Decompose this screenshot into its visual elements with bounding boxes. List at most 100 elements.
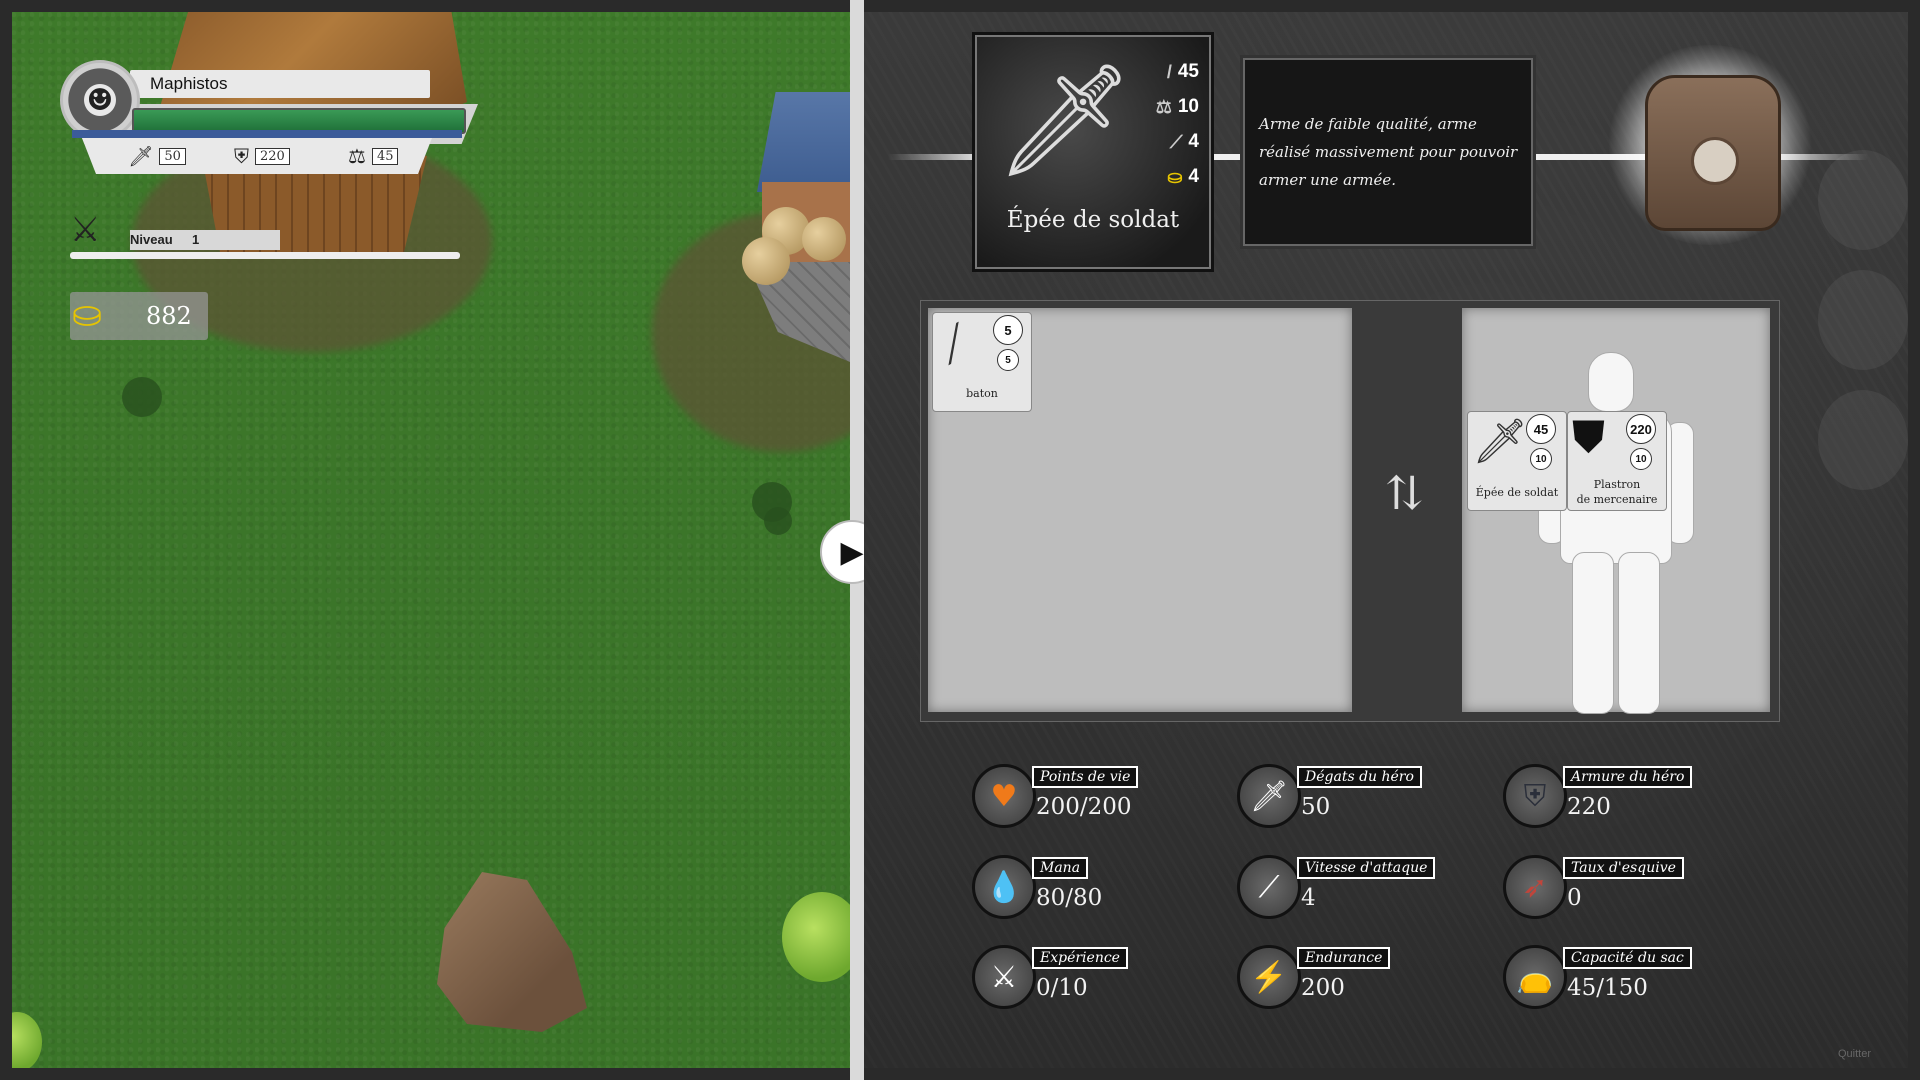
quit-button[interactable]: Quitter — [1838, 1048, 1871, 1060]
stat-label: Expérience — [1032, 947, 1128, 969]
armor-value-badge: 220 — [1626, 414, 1656, 444]
boulder — [437, 872, 587, 1032]
stat-mana: 💧 Mana 80/80 — [972, 855, 1192, 919]
stat-value: 80/80 — [1036, 885, 1103, 911]
item-price-value: 4 — [1188, 166, 1199, 187]
hud-weight-value: 45 — [371, 147, 399, 165]
level-panel: ⚔ Niveau 1 — [70, 210, 460, 260]
stat-value: 0/10 — [1036, 975, 1088, 1001]
damage-icon: / — [1166, 61, 1172, 82]
equipped-armor-slot[interactable]: ⛊ 220 10 Plastron de mercenaire — [1567, 411, 1667, 511]
stat-bag-capacity: 👝 Capacité du sac 45/150 — [1503, 945, 1723, 1009]
bush — [782, 892, 850, 982]
stat-value: 200/200 — [1036, 794, 1132, 820]
stat-experience: ⚔ Expérience 0/10 — [972, 945, 1192, 1009]
selected-item-card: 🗡 / 45 ⚖ 10 ⟋ 4 ⛀ 4 Épée de soldat — [972, 32, 1214, 272]
hud-weight: ⚖ 45 — [348, 144, 399, 168]
weapon-label: Épée de soldat — [1475, 486, 1559, 499]
tower-roof — [757, 92, 850, 192]
heart-icon: ♥ — [972, 764, 1036, 828]
stat-label: Dégats du héro — [1297, 766, 1422, 788]
stat-endurance: ⚡ Endurance 200 — [1237, 945, 1457, 1009]
speed-sword-icon: ⟋ — [1237, 855, 1301, 919]
armor-label-line2: de mercenaire — [1576, 493, 1658, 506]
hero-portrait-avatar[interactable]: ☻ — [60, 60, 140, 140]
bag-icon: 👝 — [1503, 945, 1567, 1009]
weight-icon: ⚖ — [348, 144, 366, 168]
crossed-swords-icon: ⚔ — [972, 945, 1036, 1009]
armor-label-line1: Plastron — [1593, 478, 1641, 491]
gold-amount: 882 — [146, 302, 192, 330]
item-speed: ⟋ 4 — [1170, 131, 1199, 153]
gold-display: ⛀ 882 — [70, 292, 208, 340]
bush — [12, 1012, 42, 1068]
stat-label: Endurance — [1297, 947, 1391, 969]
hud-armor-value: 220 — [255, 147, 290, 165]
shop-tower[interactable] — [732, 52, 850, 362]
stat-value: 4 — [1301, 885, 1316, 911]
shield-icon: ⛨ — [1503, 764, 1567, 828]
gold-coins-icon: ⛀ — [72, 294, 103, 335]
ghost-character-icon[interactable] — [1818, 270, 1908, 370]
stat-damage: 🗡 Dégats du héro 50 — [1237, 764, 1457, 828]
item-weight-value: 10 — [1177, 96, 1199, 117]
head — [1588, 352, 1634, 412]
lightning-icon: ⚡ — [1237, 945, 1301, 1009]
stat-value: 50 — [1301, 794, 1331, 820]
left-leg — [1572, 552, 1614, 714]
armor-weight-badge: 10 — [1630, 448, 1652, 470]
stat-label: Points de vie — [1032, 766, 1139, 788]
hud-attack: 🗡 50 — [128, 144, 186, 168]
item-damage-value: 45 — [1177, 61, 1199, 82]
sword-icon: 🗡 — [995, 56, 1135, 184]
shrub — [764, 507, 792, 535]
stat-value: 200 — [1301, 975, 1345, 1001]
bag-clasp — [1691, 137, 1739, 185]
equipped-weapon-slot[interactable]: 🗡 45 10 Épée de soldat — [1467, 411, 1567, 511]
weight-icon: ⚖ — [1155, 96, 1172, 117]
stat-label: Taux d'esquive — [1563, 857, 1684, 879]
stat-value: 220 — [1567, 794, 1611, 820]
stat-health: ♥ Points de vie 200/200 — [972, 764, 1192, 828]
ghost-menu-icon[interactable] — [1818, 150, 1908, 250]
stat-label: Vitesse d'attaque — [1297, 857, 1436, 879]
drop-icon: 💧 — [972, 855, 1036, 919]
item-weight-badge: 5 — [997, 349, 1019, 371]
level-label: Niveau — [130, 232, 173, 247]
item-damage-badge: 5 — [993, 315, 1023, 345]
hud-armor: ⛨ 220 — [234, 144, 290, 168]
stat-label: Armure du héro — [1563, 766, 1693, 788]
weapon-weight-badge: 10 — [1530, 448, 1552, 470]
hud-attack-value: 50 — [159, 147, 186, 165]
shield-icon: ⛨ — [234, 144, 249, 168]
shrub — [122, 377, 162, 417]
level-value: 1 — [192, 232, 200, 247]
player-name: Maphistos — [150, 74, 228, 93]
item-label: baton — [966, 387, 998, 400]
stat-attack-speed: ⟋ Vitesse d'attaque 4 — [1237, 855, 1457, 919]
chestplate-icon: ⛊ — [1572, 412, 1605, 463]
stat-label: Capacité du sac — [1563, 947, 1692, 969]
stat-dodge: ➶ Taux d'esquive 0 — [1503, 855, 1723, 919]
pot — [742, 237, 790, 285]
xp-bar — [70, 252, 460, 259]
dodge-icon: ➶ — [1503, 855, 1567, 919]
item-price: ⛀ 4 — [1167, 166, 1199, 188]
weapon-damage-badge: 45 — [1526, 414, 1556, 444]
item-weight: ⚖ 10 — [1156, 96, 1199, 118]
crossed-swords-icon: ⚔ — [70, 210, 101, 250]
stat-label: Mana — [1032, 857, 1089, 879]
right-leg — [1618, 552, 1660, 714]
speed-icon: ⟋ — [1169, 131, 1183, 152]
item-description-card: Arme de faible qualité, arme réalisé mas… — [1240, 55, 1536, 249]
coins-icon: ⛀ — [1167, 166, 1183, 187]
item-description: Arme de faible qualité, arme réalisé mas… — [1259, 115, 1518, 189]
item-name: Épée de soldat — [1006, 207, 1180, 233]
item-damage: / 45 — [1167, 61, 1199, 83]
swap-arrows-icon[interactable]: ⇅ — [1385, 470, 1424, 516]
bag-icon[interactable] — [1605, 45, 1815, 245]
ghost-bag-icon[interactable] — [1818, 390, 1908, 490]
staff-icon: ⟋ — [928, 314, 981, 375]
sword-icon: 🗡 — [128, 144, 154, 168]
inventory-item-baton[interactable]: ⟋ 5 5 baton — [928, 312, 1032, 412]
